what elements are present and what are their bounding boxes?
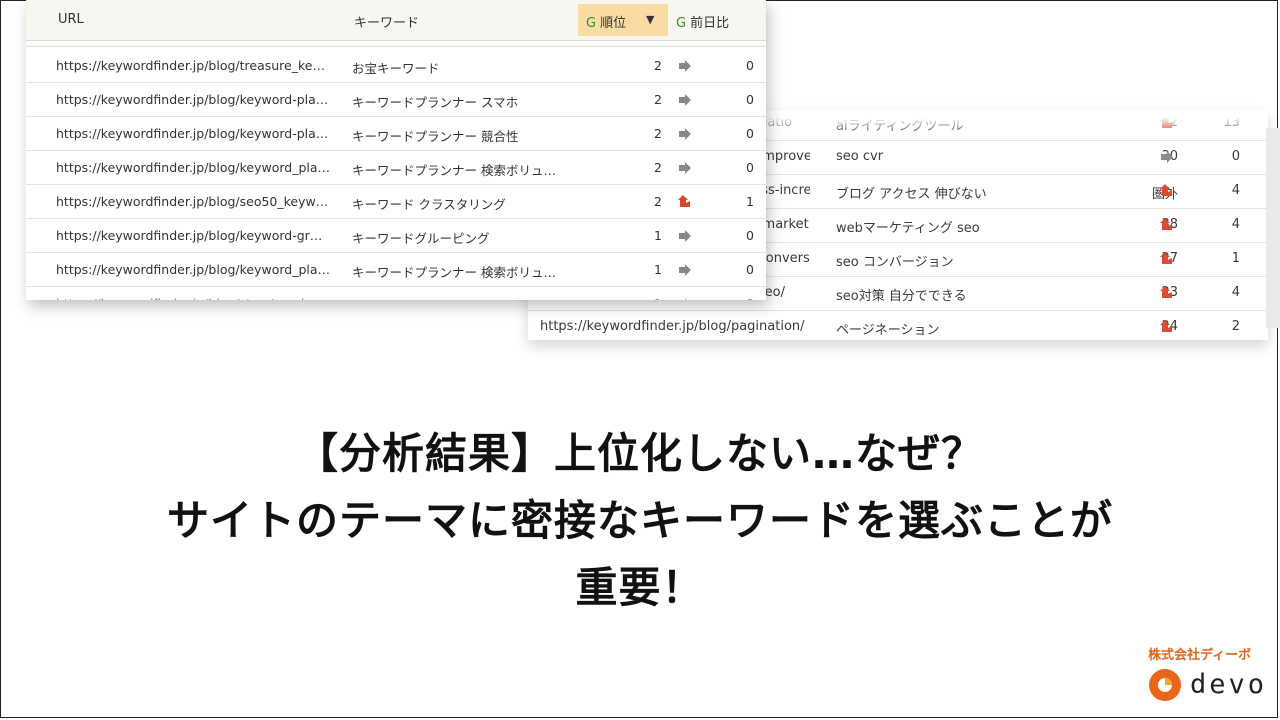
logo-company-name: 株式会社ディーボ: [1148, 648, 1252, 663]
sort-desc-icon[interactable]: ▼: [646, 13, 654, 26]
keyword-cell: キーワードプランナー 検索ボリュ…: [352, 265, 556, 280]
table-row[interactable]: https://keywordfinder.jp/blog/keyword_pl…: [26, 252, 766, 287]
trend-up-arrow-icon: [1160, 184, 1176, 198]
diff-cell: 0: [746, 228, 754, 243]
diff-cell: 4: [1231, 217, 1240, 232]
diff-cell: 4: [1231, 285, 1240, 300]
table-row[interactable]: https://keywordfinder.jp/blog/structured…: [26, 286, 766, 300]
url-cell[interactable]: https://keywordfinder.jp/blog/treasure_k…: [56, 58, 346, 73]
trend-up-arrow-icon: [1160, 286, 1176, 300]
trend-up-arrow-icon: [1160, 320, 1176, 334]
url-cell[interactable]: https://keywordfinder.jp/blog/seo50_keyw…: [56, 194, 346, 209]
trend-flat-arrow-icon: [678, 263, 694, 277]
url-cell[interactable]: https://keywordfinder.jp/blog/keyword-gr…: [56, 228, 346, 243]
diff-cell: 4: [1231, 183, 1240, 198]
column-header-url[interactable]: URL: [58, 12, 84, 27]
rank-cell: 1: [654, 262, 662, 277]
column-header-keyword[interactable]: キーワード: [354, 12, 419, 31]
diff-cell: 0: [746, 126, 754, 141]
keyword-cell: 構造化データ: [352, 296, 582, 300]
rank-cell: 1: [654, 228, 662, 243]
table-row[interactable]: https://keywordfinder.jp/blog/keyword_pl…: [26, 150, 766, 185]
diff-cell: 0: [746, 262, 754, 277]
rank-cell: 2: [654, 160, 662, 175]
table-header: URL キーワード G 順位 ▼ G 前日比: [26, 0, 766, 41]
keyword-cell: seo コンバージョン: [836, 255, 954, 270]
trend-flat-arrow-icon: [678, 161, 694, 175]
keyword-cell: seo cvr: [836, 149, 884, 164]
table-row[interactable]: https://keywordfinder.jp/blog/treasure_k…: [26, 48, 766, 83]
keyword-cell: ページネーション: [836, 323, 940, 338]
google-g-icon: G: [586, 16, 597, 31]
url-cell[interactable]: https://keywordfinder.jp/blog/keyword_pl…: [56, 160, 346, 175]
column-header-diff-label: 前日比: [690, 16, 730, 31]
keyword-cell: お宝キーワード: [352, 61, 440, 76]
diff-cell: 0: [746, 92, 754, 107]
diff-cell: 0: [1231, 149, 1240, 164]
rank-cell: 2: [654, 92, 662, 107]
keyword-cell: キーワードプランナー 検索ボリュ…: [352, 163, 556, 178]
column-header-rank[interactable]: G 順位 ▼: [578, 4, 668, 36]
caption-line-3: 重要！: [575, 563, 705, 612]
trend-up-arrow-icon: [678, 195, 694, 209]
url-cell[interactable]: https://keywordfinder.jp/blog/keyword-pl…: [56, 92, 346, 107]
caption-line-1: 【分析結果】上位化しない…なぜ？: [295, 429, 984, 478]
keyword-cell: ブログ アクセス 伸びない: [836, 187, 987, 202]
column-header-rank-label: 順位: [600, 16, 627, 31]
rank-cell: 2: [654, 58, 662, 73]
keyword-cell: キーワードグルーピング: [352, 231, 490, 246]
header-divider: [26, 46, 766, 47]
keyword-cell: キーワードプランナー 競合性: [352, 129, 519, 144]
rank-cell: 2: [654, 194, 662, 209]
diff-cell: 1: [746, 194, 754, 209]
google-g-icon: G: [676, 16, 687, 31]
trend-flat-arrow-icon: [678, 59, 694, 73]
diff-cell: 2: [1231, 319, 1240, 334]
trend-flat-arrow-icon: [678, 127, 694, 141]
diff-cell: 0: [746, 160, 754, 175]
keyword-cell: キーワードプランナー スマホ: [352, 95, 519, 110]
url-cell[interactable]: https://keywordfinder.jp/blog/structured…: [56, 296, 346, 300]
keyword-cell: seo対策 自分でできる: [836, 289, 967, 304]
keyword-cell: webマーケティング seo: [836, 221, 980, 236]
diff-cell: 0: [746, 58, 754, 73]
back-table-edge: [1266, 128, 1280, 328]
trend-flat-arrow-icon: [678, 93, 694, 107]
diff-cell: 0: [716, 296, 754, 300]
caption: 【分析結果】上位化しない…なぜ？ サイトのテーマに密接なキーワードを選ぶことが …: [0, 420, 1280, 621]
url-cell[interactable]: https://keywordfinder.jp/blog/keyword-pl…: [56, 126, 346, 141]
front-ranking-table: URL キーワード G 順位 ▼ G 前日比 https://keywordfind…: [26, 0, 766, 300]
diff-cell: 1: [1231, 251, 1240, 266]
trend-flat-arrow-icon: [678, 229, 694, 243]
table-row[interactable]: https://keywordfinder.jp/blog/keyword-pl…: [26, 82, 766, 117]
trend-flat-arrow-icon: [1160, 150, 1176, 164]
rank-cell: 2: [654, 126, 662, 141]
column-header-diff[interactable]: G 前日比: [676, 12, 729, 31]
table-row[interactable]: https://keywordfinder.jp/blog/seo50_keyw…: [26, 184, 766, 219]
url-cell[interactable]: https://keywordfinder.jp/blog/pagination…: [540, 319, 810, 334]
trend-up-arrow-icon: [1160, 218, 1176, 232]
url-cell[interactable]: https://keywordfinder.jp/blog/keyword_pl…: [56, 262, 346, 277]
table-row[interactable]: https://keywordfinder.jp/blog/keyword-gr…: [26, 218, 766, 253]
table-row[interactable]: https://keywordfinder.jp/blog/pagination…: [528, 310, 1268, 340]
caption-line-2: サイトのテーマに密接なキーワードを選ぶことが: [166, 496, 1113, 545]
logo-wordmark: devo: [1190, 669, 1268, 700]
devo-logo-icon: [1149, 669, 1181, 701]
keyword-cell: キーワード クラスタリング: [352, 197, 506, 212]
trend-flat-arrow-icon: [678, 297, 694, 300]
table-row[interactable]: https://keywordfinder.jp/blog/keyword-pl…: [26, 116, 766, 151]
rank-cell: 1: [626, 296, 662, 300]
trend-up-arrow-icon: [1160, 252, 1176, 266]
